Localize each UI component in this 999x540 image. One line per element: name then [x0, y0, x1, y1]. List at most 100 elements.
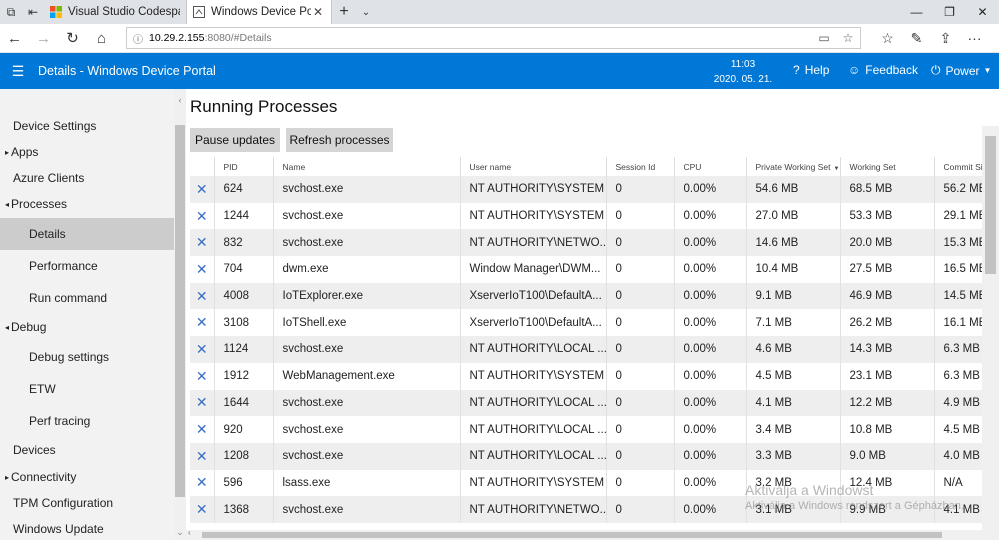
kill-process-icon[interactable]: ✕ — [190, 442, 214, 470]
kill-process-icon[interactable]: ✕ — [190, 282, 214, 310]
sidebar-item-devices[interactable]: Devices — [0, 437, 174, 463]
cell-session-id: 0 — [605, 362, 674, 390]
main-vertical-scrollbar[interactable] — [982, 126, 999, 540]
minimize-icon[interactable]: — — [900, 0, 933, 24]
column-header-private-working-set[interactable]: Private Working Set ▼ — [745, 157, 840, 176]
kill-process-icon[interactable]: ✕ — [190, 202, 214, 230]
restore-icon[interactable]: ❐ — [933, 0, 966, 24]
kill-process-icon[interactable]: ✕ — [190, 496, 214, 523]
sidebar-item-etw[interactable]: ETW — [0, 376, 174, 402]
cell-session-id: 0 — [605, 282, 674, 310]
sidebar-item-perf-tracing[interactable]: Perf tracing — [0, 408, 174, 434]
sidebar-item-run-command[interactable]: Run command — [0, 285, 174, 311]
scroll-up-icon[interactable]: ‹ — [174, 95, 186, 105]
cell-session-id: 0 — [605, 256, 674, 283]
reading-view-icon[interactable]: ▭ — [812, 31, 836, 45]
tab-manager-icon[interactable]: ⧉ — [0, 0, 22, 24]
kill-process-icon[interactable]: ✕ — [190, 256, 214, 283]
watermark-subtitle: Aktiválja a Windows rendszert a Gépházba… — [745, 500, 964, 512]
cell-session-id: 0 — [605, 229, 674, 257]
tab-windows-device-portal[interactable]: Windows Device Portal ✕ — [186, 0, 332, 24]
favorite-star-icon[interactable]: ☆ — [836, 31, 860, 45]
url-input[interactable]: ⓘ 10.29.2.155 :8080/#Details ▭ ☆ — [126, 27, 861, 49]
favorites-icon[interactable]: ☆ — [873, 30, 902, 47]
kill-process-icon[interactable]: ✕ — [190, 309, 214, 337]
column-header-pid[interactable]: PID — [213, 157, 273, 176]
tab-visual-studio-codespaces[interactable]: Visual Studio Codespaces - — [44, 0, 186, 24]
cell-pid: 3108 — [213, 309, 273, 337]
pause-updates-button[interactable]: Pause updates — [190, 128, 280, 152]
chevron-down-icon[interactable]: ⌄ — [356, 0, 376, 24]
sidebar-item-debug-settings[interactable]: Debug settings — [0, 344, 174, 370]
site-info-icon[interactable]: ⓘ — [133, 31, 143, 46]
set-aside-tabs-icon[interactable]: ⇤ — [22, 0, 44, 24]
cell-pid: 596 — [213, 469, 273, 497]
kill-process-icon[interactable]: ✕ — [190, 362, 214, 390]
power-button[interactable]: ⏻ Power ▼ — [931, 63, 991, 78]
column-header-user-name[interactable]: User name — [459, 157, 606, 176]
scrollbar-thumb[interactable] — [175, 125, 185, 497]
table-row[interactable]: ✕ 3108 IoTShell.exe XserverIoT100\DefaultA.… — [190, 309, 999, 337]
main-horizontal-scrollbar[interactable]: ‹ — [186, 528, 982, 540]
sidebar-item-debug[interactable]: ◂ Debug — [0, 314, 174, 340]
refresh-icon[interactable]: ↻ — [58, 24, 87, 53]
scrollbar-thumb[interactable] — [985, 136, 996, 274]
cell-private-working-set: 3.3 MB — [745, 442, 840, 470]
table-row[interactable]: ✕ 704 dwm.exe Window Manager\DWM... 0 0.00% 10… — [190, 256, 999, 283]
column-header-working-set[interactable]: Working Set — [839, 157, 934, 176]
scroll-down-icon[interactable]: ⌄ — [174, 527, 186, 538]
sidebar-item-device-settings[interactable]: Device Settings — [0, 113, 174, 139]
close-window-icon[interactable]: ✕ — [966, 0, 999, 24]
sidebar: Device Settings ▸ Apps Azure Clients ◂ Pro… — [0, 89, 174, 540]
kill-process-icon[interactable]: ✕ — [190, 336, 214, 363]
cell-cpu: 0.00% — [673, 309, 746, 337]
table-row[interactable]: ✕ 832 svchost.exe NT AUTHORITY\NETWO... 0 0.0… — [190, 229, 999, 257]
table-row[interactable]: ✕ 624 svchost.exe NT AUTHORITY\SYSTEM 0 0.00%… — [190, 176, 999, 203]
kill-process-icon[interactable]: ✕ — [190, 389, 214, 417]
help-button[interactable]: ? Help — [793, 63, 829, 77]
sidebar-scrollbar[interactable]: ‹ ⌄ — [174, 89, 186, 540]
column-header-cpu[interactable]: CPU — [673, 157, 746, 176]
refresh-processes-button[interactable]: Refresh processes — [286, 128, 393, 152]
cell-pid: 704 — [213, 256, 273, 283]
pen-icon[interactable]: ✎ — [902, 30, 931, 47]
more-icon[interactable]: ··· — [960, 30, 989, 47]
table-row[interactable]: ✕ 1912 WebManagement.exe NT AUTHORITY\SYSTE… — [190, 362, 999, 390]
sidebar-item-details[interactable]: Details — [0, 218, 174, 250]
cell-cpu: 0.00% — [673, 469, 746, 497]
table-row[interactable]: ✕ 920 svchost.exe NT AUTHORITY\LOCAL ... 0 0.… — [190, 416, 999, 443]
sidebar-item-azure-clients[interactable]: Azure Clients — [0, 165, 174, 191]
sidebar-item-connectivity[interactable]: ▸ Connectivity — [0, 464, 174, 490]
feedback-button[interactable]: ☺ Feedback — [848, 63, 918, 77]
sidebar-item-processes[interactable]: ◂ Processes — [0, 191, 174, 217]
column-header-name[interactable]: Name — [272, 157, 460, 176]
column-header-session-id[interactable]: Session Id — [605, 157, 674, 176]
cell-private-working-set: 14.6 MB — [745, 229, 840, 257]
sidebar-item-tpm-configuration[interactable]: TPM Configuration — [0, 490, 174, 516]
table-row[interactable]: ✕ 1644 svchost.exe NT AUTHORITY\LOCAL ... 0 0… — [190, 389, 999, 417]
sidebar-item-windows-update[interactable]: Windows Update — [0, 516, 174, 540]
table-row[interactable]: ✕ 1208 svchost.exe NT AUTHORITY\LOCAL ... 0 0… — [190, 442, 999, 470]
sidebar-item-apps[interactable]: ▸ Apps — [0, 139, 174, 165]
table-row[interactable]: ✕ 4008 IoTExplorer.exe XserverIoT100\Defaul… — [190, 282, 999, 310]
sidebar-item-performance[interactable]: Performance — [0, 253, 174, 279]
table-row[interactable]: ✕ 1244 svchost.exe NT AUTHORITY\SYSTEM 0 0.00… — [190, 202, 999, 230]
kill-process-icon[interactable]: ✕ — [190, 416, 214, 443]
new-tab-button[interactable]: + — [332, 0, 356, 24]
kill-process-icon[interactable]: ✕ — [190, 469, 214, 497]
share-icon[interactable]: ⇪ — [931, 30, 960, 47]
cell-cpu: 0.00% — [673, 362, 746, 390]
forward-icon[interactable]: → — [29, 24, 58, 53]
windows-logo-icon — [50, 6, 62, 18]
close-tab-icon[interactable]: ✕ — [311, 5, 325, 19]
kill-process-icon[interactable]: ✕ — [190, 176, 214, 203]
cell-cpu: 0.00% — [673, 496, 746, 523]
kill-process-icon[interactable]: ✕ — [190, 229, 214, 257]
table-row[interactable]: ✕ 1124 svchost.exe NT AUTHORITY\LOCAL ... 0 0… — [190, 336, 999, 363]
back-icon[interactable]: ← — [0, 24, 29, 53]
scroll-left-icon[interactable]: ‹ — [188, 528, 191, 537]
home-icon[interactable]: ⌂ — [87, 24, 116, 53]
scrollbar-thumb[interactable] — [202, 532, 942, 538]
hamburger-menu-icon[interactable]: ☰ — [0, 63, 36, 80]
cell-pid: 920 — [213, 416, 273, 443]
